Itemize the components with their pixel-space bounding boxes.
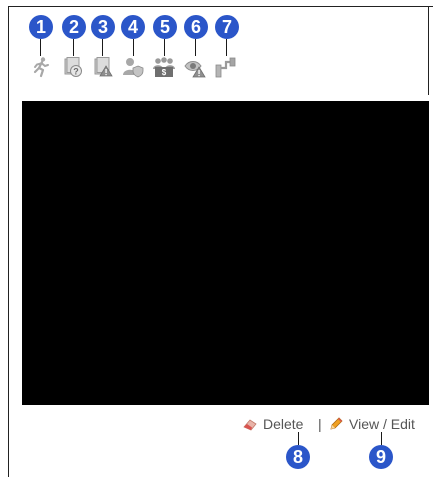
callout-leader-2 (73, 39, 74, 56)
callout-badge-4: 4 (121, 15, 145, 39)
callout-badge-1: 1 (29, 15, 53, 39)
annotated-screenshot: 1 2 3 4 5 6 7 ? $ Delete | View / Edit 8… (0, 0, 433, 477)
callout-badge-5: 5 (153, 15, 177, 39)
user-shield-icon[interactable] (122, 56, 144, 78)
running-person-icon[interactable] (30, 56, 52, 78)
callout-leader-9 (381, 432, 382, 445)
preview-area[interactable] (22, 101, 429, 405)
connector-plug-icon[interactable] (214, 56, 236, 78)
callout-badge-9: 9 (369, 445, 393, 469)
delete-label: Delete (263, 416, 304, 432)
pencil-icon (330, 417, 343, 430)
callout-badge-2: 2 (62, 15, 86, 39)
eye-warning-icon[interactable] (184, 56, 206, 78)
action-separator: | (318, 416, 322, 432)
callout-badge-7: 7 (215, 15, 239, 39)
eraser-icon (243, 419, 257, 431)
callout-badge-3: 3 (91, 15, 115, 39)
view-edit-link[interactable]: View / Edit (328, 416, 415, 432)
frame-left-border (8, 6, 9, 477)
svg-text:?: ? (73, 67, 79, 77)
group-badge-icon[interactable]: $ (153, 56, 175, 78)
delete-link[interactable]: Delete (242, 416, 303, 432)
callout-badge-8: 8 (286, 445, 310, 469)
document-question-icon[interactable]: ? (62, 56, 84, 78)
callout-leader-3 (102, 39, 103, 56)
callout-leader-7 (226, 39, 227, 56)
view-edit-label: View / Edit (349, 416, 415, 432)
callout-leader-4 (133, 39, 134, 56)
callout-leader-6 (195, 39, 196, 56)
callout-badge-6: 6 (184, 15, 208, 39)
callout-leader-5 (164, 39, 165, 56)
callout-leader-1 (40, 39, 41, 56)
document-warning-icon[interactable] (92, 56, 114, 78)
callout-leader-8 (298, 432, 299, 445)
svg-text:$: $ (162, 68, 167, 77)
frame-top-border (8, 6, 433, 7)
frame-right-border (428, 6, 429, 95)
